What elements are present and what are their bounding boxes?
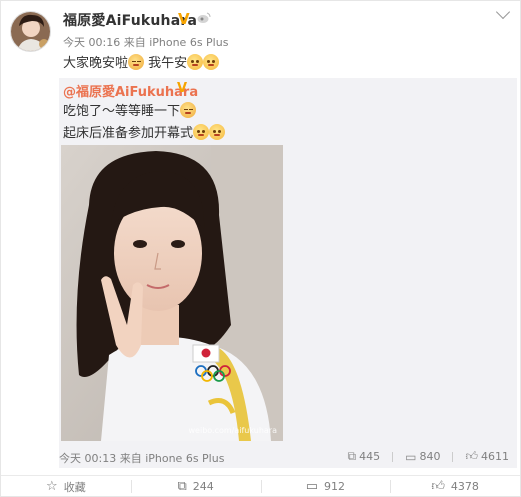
favorite-button[interactable]: ☆ 收藏: [1, 476, 131, 497]
original-repost-button[interactable]: ⧉ 445: [348, 449, 381, 464]
post-text-part-a: 大家晚安啦: [63, 56, 129, 71]
divider: [392, 451, 394, 462]
post-photo[interactable]: weibo.com/aifukuhara: [61, 145, 283, 441]
original-text-line-1: 吃饱了～等等睡一下: [63, 100, 197, 119]
original-like-count: 4611: [481, 450, 509, 463]
comment-icon: ▭: [405, 449, 417, 464]
comment-icon: ▭: [305, 479, 319, 494]
blush-face-icon: [187, 54, 204, 70]
repost-button[interactable]: ⧉ 244: [130, 476, 261, 497]
original-text-line-2: 起床后准备参加开幕式: [63, 122, 226, 141]
blush-face-icon: [209, 124, 226, 140]
verified-badge-icon: V: [177, 81, 188, 96]
like-button[interactable]: 👍︎ 4378: [390, 476, 520, 497]
repost-icon: ⧉: [347, 449, 357, 463]
original-text-2: 起床后准备参加开幕式: [63, 126, 194, 141]
action-bar: ☆ 收藏 ⧉ 244 ▭ 912 👍︎ 4378: [1, 475, 520, 497]
like-icon: 👍︎: [465, 449, 478, 463]
comment-button[interactable]: ▭ 912: [260, 476, 391, 497]
comment-count: 912: [324, 480, 346, 493]
blush-face-icon: [203, 54, 220, 70]
original-repost-count: 445: [359, 450, 381, 463]
author-name[interactable]: 福原愛AiFukuhara: [63, 10, 197, 30]
avatar[interactable]: [10, 11, 51, 52]
feed-card: 福原愛AiFukuhara V 今天 00:16 来自 iPhone 6s Pl…: [0, 0, 521, 497]
repost-count: 244: [192, 480, 214, 493]
like-icon: 👍︎: [431, 479, 445, 494]
divider: [452, 451, 454, 462]
chevron-down-icon[interactable]: [495, 4, 511, 20]
original-text-1: 吃饱了～等等睡一下: [63, 104, 181, 119]
post-meta: 今天 00:16 来自 iPhone 6s Plus: [63, 36, 229, 49]
sleepy-face-icon: [180, 102, 197, 118]
repost-icon: ⧉: [177, 479, 187, 494]
reposted-content: @福原愛AiFukuhara V 吃饱了～等等睡一下 起床后准备参加开幕式 we…: [59, 78, 517, 468]
original-post-meta: 今天 00:13 来自 iPhone 6s Plus: [59, 452, 225, 465]
favorite-label: 收藏: [63, 480, 86, 494]
original-comment-button[interactable]: ▭ 840: [405, 449, 440, 464]
post-text: 大家晚安啦 我午安: [63, 52, 220, 71]
verified-badge-icon: V: [178, 10, 190, 28]
original-actions: ⧉ 445 ▭ 840 👍︎ 4611: [348, 449, 509, 464]
post-text-part-b: 我午安: [144, 56, 188, 71]
like-count: 4378: [450, 480, 479, 493]
weibo-icon: [197, 12, 211, 23]
blush-face-icon: [193, 124, 210, 140]
original-like-button[interactable]: 👍︎ 4611: [465, 449, 509, 464]
photo-watermark: weibo.com/aifukuhara: [188, 426, 277, 435]
favorite-icon: ☆: [46, 479, 58, 494]
sleepy-face-icon: [128, 54, 145, 70]
original-comment-count: 840: [419, 450, 441, 463]
